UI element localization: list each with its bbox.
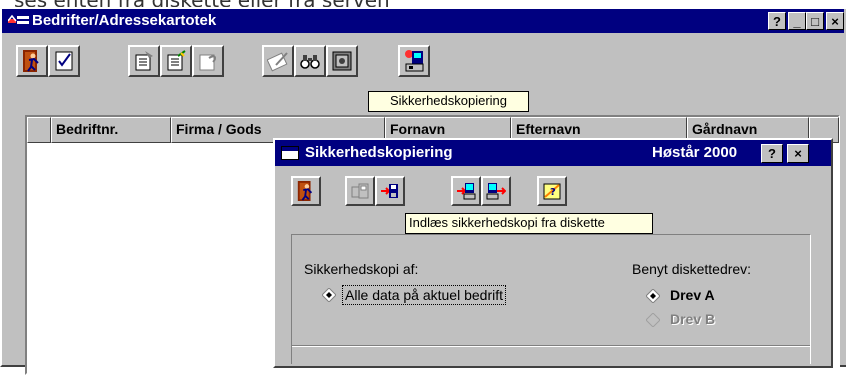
- write-button[interactable]: [262, 45, 294, 77]
- document-edit-icon: [167, 50, 186, 71]
- document-delete-icon: [199, 54, 217, 71]
- dialog-options-panel: Sikkerhedskopi af: Alle data på aktuel b…: [291, 234, 811, 364]
- drive-a-label: Drev A: [670, 287, 715, 303]
- exit-icon: [297, 181, 313, 201]
- dialog-title-bar[interactable]: Sikkerhedskopiering Høstår 2000 ? ×: [275, 140, 831, 166]
- exit-icon: [23, 50, 39, 72]
- import-from-server-button[interactable]: [481, 176, 511, 206]
- backup-dialog: Sikkerhedskopiering Høstår 2000 ? × ? In…: [273, 138, 833, 368]
- binoculars-icon: [300, 55, 320, 69]
- dialog-window-icon: [281, 146, 299, 160]
- exit-button[interactable]: [16, 45, 48, 77]
- load-from-diskette-button[interactable]: [375, 176, 405, 206]
- backup-button[interactable]: [398, 45, 430, 77]
- help-book-button[interactable]: ?: [537, 176, 567, 206]
- close-button[interactable]: ×: [826, 12, 844, 30]
- export-to-server-icon: [457, 183, 476, 200]
- dialog-help-button[interactable]: ?: [761, 144, 783, 163]
- dialog-exit-button[interactable]: [291, 176, 321, 206]
- backup-icon: [405, 50, 424, 72]
- drive-b-label: Drev B: [670, 311, 716, 327]
- column-header-bedriftnr[interactable]: Bedriftnr.: [51, 117, 171, 143]
- help-button[interactable]: ?: [768, 12, 786, 30]
- dialog-title: Sikkerhedskopiering: [305, 144, 453, 161]
- new-document-button[interactable]: [128, 45, 160, 77]
- search-button[interactable]: [294, 45, 326, 77]
- main-title-bar[interactable]: Bedrifter/Adressekartotek ? _ □ ×: [2, 9, 844, 33]
- backup-tooltip: Sikkerhedskopiering: [368, 91, 529, 112]
- safe-icon: [332, 51, 352, 71]
- export-to-server-button[interactable]: [451, 176, 481, 206]
- checklist-button[interactable]: [48, 45, 80, 77]
- drive-label: Benyt diskettedrev:: [632, 261, 752, 277]
- radio-unselected-icon: [646, 313, 660, 327]
- svg-text:?: ?: [550, 187, 556, 198]
- dialog-subtitle: Høstår 2000: [652, 144, 738, 161]
- delete-document-button[interactable]: [192, 45, 224, 77]
- import-from-server-icon: [486, 183, 506, 200]
- minimize-button[interactable]: _: [788, 12, 806, 30]
- drive-a-option[interactable]: Drev A: [646, 286, 766, 306]
- drive-b-option: Drev B: [646, 310, 766, 330]
- backup-of-label: Sikkerhedskopi af:: [304, 261, 419, 277]
- save-to-disk-disabled-icon: [351, 183, 369, 199]
- load-diskette-tooltip: Indlæs sikkerhedskopi fra diskette: [405, 213, 653, 234]
- dialog-close-button[interactable]: ×: [787, 144, 809, 163]
- panel-divider: [292, 345, 810, 347]
- main-toolbar: [2, 33, 844, 93]
- load-from-disk-icon: [381, 184, 398, 198]
- write-icon: [267, 52, 288, 72]
- main-window-title: Bedrifter/Adressekartotek: [32, 12, 217, 29]
- all-data-label: Alle data på aktuel bedrift: [342, 285, 506, 305]
- radio-selected-icon: [646, 289, 660, 303]
- save-to-diskette-button[interactable]: [345, 176, 375, 206]
- document-new-icon: [135, 51, 153, 71]
- help-book-icon: ?: [543, 183, 561, 200]
- edit-document-button[interactable]: [160, 45, 192, 77]
- all-data-option[interactable]: Alle data på aktuel bedrift: [322, 285, 592, 307]
- safe-button[interactable]: [326, 45, 358, 77]
- maximize-button[interactable]: □: [806, 12, 824, 30]
- app-menu-icon[interactable]: [7, 14, 30, 28]
- radio-selected-icon: [322, 288, 336, 302]
- checklist-icon: [55, 51, 73, 71]
- table-row-selector-header: [27, 117, 51, 143]
